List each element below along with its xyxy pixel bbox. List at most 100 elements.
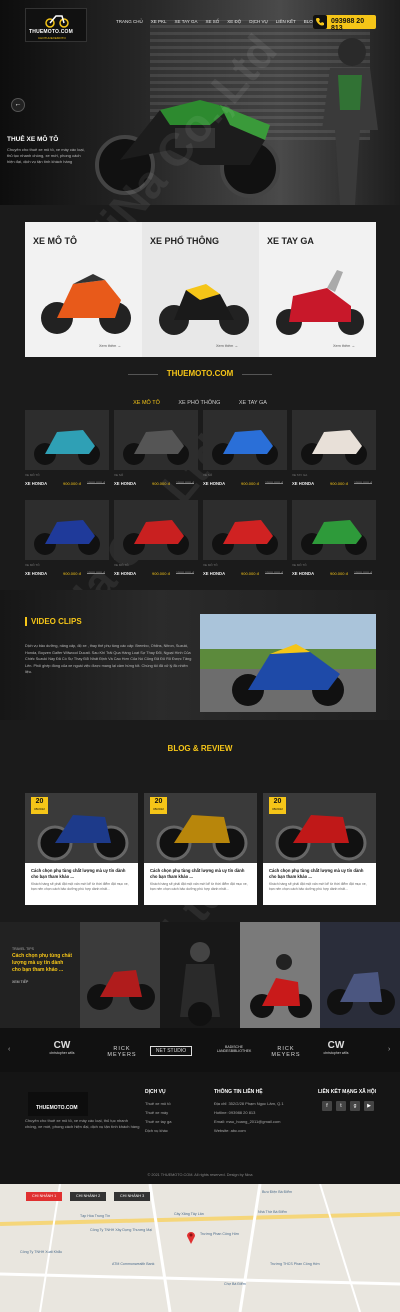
- nav-item-custom[interactable]: XE ĐỘ: [227, 19, 241, 24]
- category-card-scooter[interactable]: XE TAY GA Xem thêm →: [259, 222, 376, 357]
- nav-item-scooter[interactable]: XE TAY GA: [175, 19, 198, 24]
- product-image[interactable]: [292, 500, 376, 560]
- tab-standard[interactable]: XE PHỔ THÔNG: [178, 400, 220, 406]
- google-icon[interactable]: g: [350, 1101, 360, 1111]
- category-more-link[interactable]: Xem thêm →: [216, 344, 238, 348]
- logo-subtext: CHOTHUEXEMOTO: [38, 36, 66, 40]
- partner-logo[interactable]: RICK MEYERS: [266, 1040, 306, 1058]
- product-name[interactable]: XE HONDA: [203, 571, 225, 576]
- product-name[interactable]: XE HONDA: [114, 481, 136, 486]
- phone-icon: [313, 15, 327, 29]
- map-tab-branch-2[interactable]: CHI NHÁNH 2: [70, 1192, 107, 1201]
- gallery-post-title[interactable]: Cách chọn phụ tùng chất lượng mà uy tín …: [12, 953, 72, 974]
- product-old-price: 1500.000 đ: [87, 571, 105, 575]
- partners-next-arrow-icon[interactable]: ›: [388, 1046, 390, 1053]
- blog-post-title[interactable]: Cách chọn phụ tùng chất lượng mà uy tín …: [269, 868, 371, 880]
- map-tab-branch-1[interactable]: CHI NHÁNH 1: [26, 1192, 63, 1201]
- blog-card[interactable]: 20 08/2022 Cách chọn phụ tùng chất lượng m…: [25, 793, 138, 905]
- branch-map[interactable]: [0, 1184, 400, 1312]
- product-name[interactable]: XE HONDA: [114, 571, 136, 576]
- partner-logo[interactable]: CW christopher wills: [316, 1040, 356, 1055]
- partner-logo[interactable]: BADISCHE LANDESBIBLIOTHEK: [210, 1040, 258, 1053]
- product-category: XE MÔ TÔ: [25, 563, 40, 567]
- product-card[interactable]: XE SỐ XE HONDA 900.000 đ 1500.000 đ: [114, 410, 198, 490]
- category-more-link[interactable]: Xem thêm →: [333, 344, 355, 348]
- nav-item-services[interactable]: DỊCH VỤ: [249, 19, 268, 24]
- nav-item-pkl[interactable]: XE PKL: [151, 19, 167, 24]
- product-image[interactable]: [203, 410, 287, 470]
- product-category: XE SỐ: [203, 473, 213, 477]
- footer-address: Địa chỉ: 352/2/28 Phạm Ngọc Lâm, Q.1: [214, 1101, 284, 1106]
- product-price: 900.000 đ: [152, 481, 170, 486]
- nav-item-links[interactable]: LIÊN KẾT: [276, 19, 296, 24]
- map-tab-branch-3[interactable]: CHI NHÁNH 3: [114, 1192, 151, 1201]
- map-label: Tạp Hóa Trung Tín: [80, 1214, 111, 1218]
- gallery-tile[interactable]: [80, 922, 160, 1028]
- product-category: XE SỐ: [114, 473, 124, 477]
- footer-service-link[interactable]: Thuê xe mô tô: [145, 1101, 171, 1106]
- gallery-tile[interactable]: [240, 922, 320, 1028]
- youtube-icon[interactable]: ▶: [364, 1101, 374, 1111]
- product-name[interactable]: XE HONDA: [25, 571, 47, 576]
- category-cards: XE MÔ TÔ Xem thêm → XE PHỔ THÔNG Xem thê…: [25, 222, 376, 357]
- category-title: XE MÔ TÔ: [33, 236, 78, 246]
- product-name[interactable]: XE HONDA: [292, 571, 314, 576]
- product-name[interactable]: XE HONDA: [203, 481, 225, 486]
- gallery-more-link[interactable]: XEM TIẾP: [12, 980, 72, 984]
- tab-moto[interactable]: XE MÔ TÔ: [133, 400, 160, 406]
- category-more-link[interactable]: Xem thêm →: [99, 344, 121, 348]
- footer-service-link[interactable]: Dịch vụ khác: [145, 1128, 168, 1133]
- map-label: ATM Commonwealth Bank: [112, 1262, 155, 1266]
- product-card[interactable]: XE SỐ XE HONDA 900.000 đ 1500.000 đ: [203, 410, 287, 490]
- blog-title: BLOG & REVIEW: [167, 744, 233, 753]
- nav-item-manual[interactable]: XE SỐ: [205, 19, 219, 24]
- product-image[interactable]: [114, 410, 198, 470]
- product-image[interactable]: [25, 410, 109, 470]
- product-card[interactable]: XE MÔ TÔ XE HONDA 900.000 đ 1500.000 đ: [25, 500, 109, 580]
- map-label: Bưu Điện Bà Điểm: [262, 1190, 292, 1194]
- product-image[interactable]: [114, 500, 198, 560]
- slider-prev-arrow-icon[interactable]: ←: [11, 98, 25, 112]
- video-thumbnail[interactable]: [200, 614, 376, 712]
- product-card[interactable]: XE MÔ TÔ XE HONDA 900.000 đ 1500.000 đ: [203, 500, 287, 580]
- footer-website[interactable]: Website: abc.com: [214, 1128, 246, 1133]
- facebook-icon[interactable]: f: [322, 1101, 332, 1111]
- product-image[interactable]: [292, 410, 376, 470]
- product-card[interactable]: XE TAY GA XE HONDA 900.000 đ 1500.000 đ: [292, 410, 376, 490]
- product-image[interactable]: [25, 500, 109, 560]
- footer-service-link[interactable]: Thuê xe tay ga: [145, 1119, 171, 1124]
- blog-post-title[interactable]: Cách chọn phụ tùng chất lượng mà uy tín …: [31, 868, 133, 880]
- map-pin-icon[interactable]: [186, 1230, 196, 1244]
- product-card[interactable]: XE MÔ TÔ XE HONDA 900.000 đ 1500.000 đ: [114, 500, 198, 580]
- partner-logo[interactable]: NET STUDIO: [150, 1040, 192, 1056]
- partners-prev-arrow-icon[interactable]: ‹: [8, 1046, 10, 1053]
- nav-item-home[interactable]: TRANG CHỦ: [116, 19, 143, 24]
- hero-title: THUÊ XE MÔ TÔ: [7, 136, 59, 143]
- category-card-standard[interactable]: XE PHỔ THÔNG Xem thêm →: [142, 222, 259, 357]
- video-title: VIDEO CLIPS: [25, 617, 82, 626]
- product-old-price: 1500.000 đ: [354, 571, 372, 575]
- logo-motorbike-icon: [45, 15, 69, 28]
- product-card[interactable]: XE MÔ TÔ XE HONDA 900.000 đ 1500.000 đ: [25, 410, 109, 490]
- site-logo[interactable]: THUEMOTO.COM CHOTHUEXEMOTO: [25, 8, 87, 42]
- product-image[interactable]: [203, 500, 287, 560]
- twitter-icon[interactable]: t: [336, 1101, 346, 1111]
- partner-logo[interactable]: CW christopher wills: [42, 1040, 82, 1055]
- blog-date-badge: 20 08/2022: [31, 797, 48, 814]
- gallery-tile[interactable]: [320, 922, 400, 1028]
- product-tabs: XE MÔ TÔ XE PHỔ THÔNG XE TAY GA: [0, 391, 400, 409]
- product-name[interactable]: XE HONDA: [292, 481, 314, 486]
- hotline-button[interactable]: 093988 20 813: [313, 15, 376, 32]
- tab-scooter[interactable]: XE TAY GA: [239, 400, 267, 406]
- partner-logo[interactable]: RICK MEYERS: [102, 1040, 142, 1058]
- gallery-tile[interactable]: [160, 922, 240, 1028]
- product-card[interactable]: XE MÔ TÔ XE HONDA 900.000 đ 1500.000 đ: [292, 500, 376, 580]
- footer-service-link[interactable]: Thuê xe máy: [145, 1110, 168, 1115]
- product-name[interactable]: XE HONDA: [25, 481, 47, 486]
- blog-card[interactable]: 20 08/2022 Cách chọn phụ tùng chất lượng m…: [144, 793, 257, 905]
- footer-email[interactable]: Email: mau_hoang_2011@gmail.com: [214, 1119, 280, 1124]
- category-card-moto[interactable]: XE MÔ TÔ Xem thêm →: [25, 222, 142, 357]
- blog-post-title[interactable]: Cách chọn phụ tùng chất lượng mà uy tín …: [150, 868, 252, 880]
- footer-logo[interactable]: THUEMOTO.COM: [28, 1092, 88, 1116]
- blog-card[interactable]: 20 08/2022 Cách chọn phụ tùng chất lượng m…: [263, 793, 376, 905]
